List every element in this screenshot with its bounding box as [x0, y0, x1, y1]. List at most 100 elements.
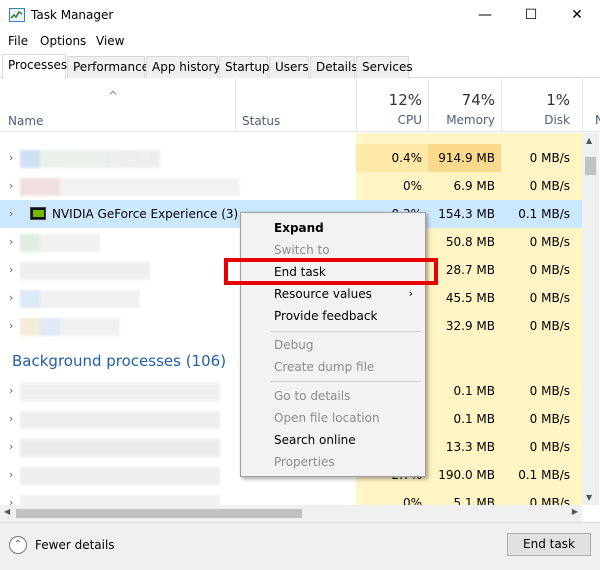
chevron-right-icon[interactable]: › — [9, 468, 13, 481]
menu-options[interactable]: Options — [40, 34, 86, 48]
menu-file[interactable]: File — [8, 34, 28, 48]
header-network-col[interactable]: N — [582, 79, 600, 132]
redacted-process — [20, 150, 160, 168]
process-name: NVIDIA GeForce Experience (3) — [52, 207, 239, 221]
menu-resource-values-label: Resource values — [274, 287, 372, 301]
chevron-right-icon[interactable]: › — [9, 207, 13, 220]
disk-cell: 0 MB/s — [529, 412, 570, 426]
tab-processes[interactable]: Processes — [2, 54, 67, 79]
menu-view[interactable]: View — [96, 34, 124, 48]
chevron-right-icon[interactable]: › — [9, 412, 13, 425]
sort-caret-icon: ^ — [108, 89, 119, 103]
memory-cell: 13.3 MB — [445, 440, 495, 454]
scroll-right-icon[interactable]: ▶ — [572, 507, 578, 516]
memory-cell: 914.9 MB — [428, 144, 501, 172]
table-row[interactable]: › 0% 5.1 MB 0 MB/s — [0, 489, 582, 505]
header-memory: Memory — [446, 113, 495, 127]
menu-separator — [271, 331, 421, 332]
scroll-up-icon[interactable]: ▲ — [586, 136, 592, 145]
header-disk-col[interactable]: 1% Disk — [501, 79, 582, 132]
chevron-right-icon[interactable]: › — [9, 179, 13, 192]
memory-cell: 32.9 MB — [445, 319, 495, 333]
memory-cell: 6.9 MB — [453, 179, 495, 193]
chevron-up-circle-icon[interactable]: ⌃ — [9, 536, 27, 554]
memory-cell: 190.0 MB — [438, 468, 495, 482]
tab-app-history[interactable]: App history — [146, 56, 221, 78]
menu-go-to-details: Go to details — [274, 389, 351, 403]
memory-cell: 28.7 MB — [445, 263, 495, 277]
close-button[interactable]: ✕ — [554, 0, 600, 30]
column-header: ^ Name Status 12% CPU 74% Memory 1% Disk… — [0, 79, 600, 132]
scroll-left-icon[interactable]: ◀ — [4, 507, 10, 516]
scroll-down-icon[interactable]: ▼ — [586, 493, 592, 502]
redacted-process — [20, 262, 150, 280]
footer: ⌃ Fewer details End task — [0, 522, 600, 570]
disk-cell: 0 MB/s — [529, 440, 570, 454]
redacted-process — [20, 290, 140, 308]
memory-cell: 45.5 MB — [445, 291, 495, 305]
background-processes-group[interactable]: Background processes (106) — [12, 352, 226, 370]
submenu-arrow-icon: › — [408, 287, 413, 300]
minimize-button[interactable]: — — [462, 0, 508, 30]
cpu-cell: 0.4% — [356, 144, 428, 172]
header-cpu-col[interactable]: 12% CPU — [356, 79, 428, 132]
redacted-process — [20, 383, 220, 401]
disk-cell: 0.1 MB/s — [518, 207, 570, 221]
header-status[interactable]: Status — [242, 114, 280, 128]
menu-resource-values[interactable]: Resource values › — [241, 283, 425, 305]
memory-cell: 154.3 MB — [438, 207, 495, 221]
horizontal-scroll-thumb[interactable] — [16, 509, 302, 518]
tab-users[interactable]: Users — [269, 56, 309, 78]
header-name[interactable]: Name — [8, 114, 43, 128]
header-memory-col[interactable]: 74% Memory — [428, 79, 501, 132]
menu-provide-feedback[interactable]: Provide feedback — [241, 305, 425, 327]
disk-cell: 0 MB/s — [529, 496, 570, 505]
fewer-details-link[interactable]: Fewer details — [35, 538, 115, 552]
end-task-highlight — [224, 258, 438, 285]
redacted-process — [20, 411, 220, 429]
chevron-right-icon[interactable]: › — [9, 291, 13, 304]
vertical-scrollbar[interactable]: ▲ ▼ — [582, 133, 599, 505]
tab-strip: Processes Performance App history Startu… — [0, 54, 600, 79]
table-row[interactable]: › 0% 6.9 MB 0 MB/s — [0, 172, 582, 200]
chevron-right-icon[interactable]: › — [9, 151, 13, 164]
disk-cell: 0 MB/s — [529, 151, 570, 165]
disk-cell: 0 MB/s — [529, 263, 570, 277]
tab-services[interactable]: Services — [356, 56, 413, 78]
header-network-partial: N — [595, 113, 600, 127]
vertical-scroll-thumb[interactable] — [585, 157, 596, 175]
chevron-right-icon[interactable]: › — [9, 263, 13, 276]
memory-cell: 5.1 MB — [453, 496, 495, 505]
maximize-button[interactable]: ☐ — [508, 0, 554, 30]
chevron-right-icon[interactable]: › — [9, 496, 13, 505]
menu-search-online[interactable]: Search online — [241, 429, 425, 451]
memory-cell: 0.1 MB — [453, 384, 495, 398]
memory-total: 74% — [461, 91, 495, 109]
nvidia-icon — [30, 207, 46, 220]
chevron-right-icon[interactable]: › — [9, 440, 13, 453]
tab-startup[interactable]: Startup — [219, 56, 270, 78]
header-disk: Disk — [544, 113, 570, 127]
menu-create-dump-file: Create dump file — [274, 360, 375, 374]
tab-details[interactable]: Details — [310, 56, 358, 78]
chevron-right-icon[interactable]: › — [9, 384, 13, 397]
chevron-right-icon[interactable]: › — [9, 235, 13, 248]
window-title: Task Manager — [31, 8, 114, 22]
menu-expand[interactable]: Expand — [241, 217, 425, 239]
redacted-process — [20, 439, 220, 457]
tab-performance[interactable]: Performance — [67, 56, 149, 78]
cpu-cell: 0% — [402, 496, 422, 505]
chevron-right-icon[interactable]: › — [9, 319, 13, 332]
redacted-process — [20, 178, 240, 196]
disk-cell: 0 MB/s — [529, 384, 570, 398]
disk-total: 1% — [546, 91, 570, 109]
cpu-cell: 0% — [402, 179, 422, 193]
horizontal-scrollbar[interactable]: ◀ ▶ — [0, 505, 582, 522]
redacted-process — [20, 234, 100, 252]
table-row[interactable]: › 0.4% 914.9 MB 0 MB/s — [0, 144, 582, 172]
menu-bar: File Options View — [0, 32, 600, 52]
memory-cell: 50.8 MB — [445, 235, 495, 249]
header-cpu: CPU — [397, 113, 422, 127]
redacted-process — [20, 318, 120, 336]
end-task-button[interactable]: End task — [507, 533, 591, 556]
